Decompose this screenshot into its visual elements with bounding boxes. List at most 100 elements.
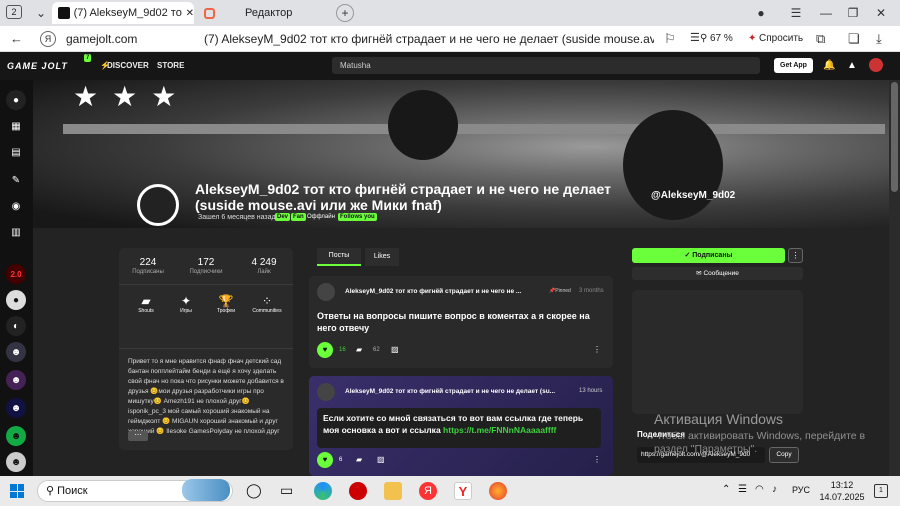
post-menu-icon[interactable]: ⋮ [593, 455, 601, 464]
new-tab-plus-icon[interactable]: + [336, 4, 354, 22]
community-avatar[interactable]: 2.0 [6, 264, 26, 284]
shouts-icon: ▰ [141, 294, 151, 308]
post-card[interactable]: AlekseyM_9d02 тот кто фигнёй страдает и … [309, 376, 613, 476]
discover-link[interactable]: DISCOVER [107, 61, 149, 70]
tab-posts[interactable]: Посты [317, 248, 361, 266]
tab-editor[interactable]: Редактор [200, 2, 320, 24]
get-app-button[interactable]: Get App [774, 58, 813, 73]
share-icon[interactable]: ▨ [391, 345, 399, 354]
collections-icon[interactable]: ❏ [848, 31, 860, 47]
badge-fan: Fan [291, 213, 306, 221]
url-page-title[interactable]: (7) AlekseyM_9d02 тот кто фигнёй страдае… [204, 32, 654, 46]
tab-close-icon[interactable]: ✕ [186, 8, 194, 19]
community-avatar[interactable]: ☻ [6, 370, 26, 390]
tab-list-chevron-icon[interactable]: ⌄ [30, 4, 52, 22]
extensions-icon[interactable]: ⧉ [816, 31, 825, 47]
profile-icon[interactable]: ● [750, 4, 772, 22]
badge-dev: Dev [275, 213, 291, 221]
ask-button[interactable]: Спросить [759, 33, 803, 44]
maximize-icon[interactable]: ❐ [842, 4, 864, 22]
home-icon[interactable]: ● [6, 90, 26, 110]
wifi-icon[interactable]: ◠ [755, 484, 764, 495]
community-avatar[interactable]: ☻ [6, 398, 26, 418]
message-button[interactable]: ✉ Сообщение [632, 267, 803, 280]
community-avatar[interactable]: ◐ [6, 316, 26, 336]
editor-favicon-icon [204, 7, 215, 19]
yandex-app-icon[interactable]: Y [454, 482, 472, 500]
subscribed-button[interactable]: ✓ Подписаны [632, 248, 785, 263]
post-link[interactable]: https://t.me/FNNnNAaaaaffff [443, 425, 556, 435]
widgets-icon[interactable]: ▭ [280, 482, 293, 499]
gamejolt-logo[interactable]: GAME JOLT [7, 61, 68, 71]
community-avatar[interactable]: ● [6, 290, 26, 310]
store-icon[interactable]: ▦ [6, 116, 26, 136]
bookmarks-icon[interactable]: ☰ [785, 4, 807, 22]
zoom-level[interactable]: 67 % [710, 33, 733, 44]
community-avatar[interactable]: ☻ [6, 452, 26, 472]
reader-icon[interactable]: ☰ [690, 31, 700, 44]
tab-counter[interactable]: 2 [6, 5, 22, 19]
record-app-icon[interactable] [349, 482, 367, 500]
post-avatar[interactable] [317, 383, 335, 401]
notification-center-icon[interactable]: 1 [874, 484, 888, 498]
page-scrollbar[interactable] [889, 80, 900, 476]
share-icon[interactable]: ▨ [377, 455, 385, 464]
profile-avatar[interactable] [137, 184, 179, 226]
tray-chevron-icon[interactable]: ⌃ [722, 484, 730, 495]
bookmark-icon[interactable]: ⚐ [664, 31, 676, 47]
like-heart-icon[interactable]: ♥ [317, 342, 333, 358]
clock-date[interactable]: 14.07.2025 [816, 492, 868, 502]
search-input[interactable]: Matusha [332, 57, 760, 74]
minimize-icon[interactable]: — [815, 4, 837, 22]
link-shouts[interactable]: ▰ Shouts [129, 294, 163, 314]
clock-time[interactable]: 13:12 [822, 480, 862, 490]
tab-likes[interactable]: Likes [365, 248, 399, 266]
download-icon[interactable]: ⤓ [876, 31, 882, 47]
post-card[interactable]: AlekseyM_9d02 тот кто фигнёй страдает и … [309, 276, 613, 368]
yandex-browser-icon[interactable]: Я [419, 482, 437, 500]
language-indicator[interactable]: РУС [792, 485, 810, 495]
edge-icon[interactable] [314, 482, 332, 500]
url-domain[interactable]: gamejolt.com [66, 32, 137, 46]
post-author[interactable]: AlekseyM_9d02 тот кто фигнёй страдает и … [345, 288, 521, 295]
backpack-icon[interactable]: ▤ [6, 142, 26, 162]
like-heart-icon[interactable]: ♥ [317, 452, 333, 468]
stat-followers-value[interactable]: 172 [177, 257, 235, 268]
close-window-icon[interactable]: ✕ [870, 4, 892, 22]
more-options-icon[interactable]: ⋮ [788, 248, 803, 263]
start-windows-icon[interactable] [10, 484, 24, 498]
task-view-icon[interactable]: ◯ [246, 482, 262, 499]
quests-icon[interactable]: ✎ [6, 170, 26, 190]
left-sidebar: ● ▦ ▤ ✎ ◉ ▥ 2.0 ● ◐ ☻ ☻ ☻ ☻ ☻ [0, 80, 33, 476]
notifications-bell-icon[interactable]: 🔔 [823, 60, 835, 71]
yandex-icon[interactable]: Я [40, 31, 56, 47]
firefox-icon[interactable] [489, 482, 507, 500]
stat-followers-label: Подписчики [189, 269, 223, 275]
user-avatar[interactable] [869, 58, 883, 72]
tab-title: (7) AlekseyM_9d02 тот кто фигнёй страдае… [73, 7, 182, 19]
link-trophies[interactable]: 🏆 Трофеи [209, 294, 243, 314]
shop-icon[interactable]: ◉ [6, 196, 26, 216]
scrollbar-thumb[interactable] [891, 82, 898, 192]
link-communities[interactable]: ⁘ Communities [247, 294, 287, 314]
community-avatar[interactable]: ☻ [6, 426, 26, 446]
post-author[interactable]: AlekseyM_9d02 тот кто фигнёй страдает и … [345, 388, 571, 395]
link-games[interactable]: ✦ Игры [169, 294, 203, 314]
bio-expand-button[interactable]: ⋯ [128, 431, 148, 441]
volume-icon[interactable]: ♪ [772, 484, 777, 495]
network-icon[interactable]: ☰ [738, 484, 747, 495]
comment-icon[interactable]: ▰ [356, 455, 362, 464]
profile-title: AlekseyM_9d02 тот кто фигнёй страдает и … [195, 181, 611, 213]
community-avatar[interactable]: ☻ [6, 342, 26, 362]
post-avatar[interactable] [317, 283, 335, 301]
post-menu-icon[interactable]: ⋮ [593, 345, 601, 354]
back-arrow-icon[interactable]: ← [10, 31, 23, 46]
link-label: Трофеи [216, 308, 236, 314]
store-link[interactable]: STORE [157, 61, 184, 70]
comment-icon[interactable]: ▰ [356, 345, 362, 354]
file-explorer-icon[interactable] [384, 482, 402, 500]
stat-following-value[interactable]: 224 [119, 257, 177, 268]
library-icon[interactable]: ▥ [6, 222, 26, 242]
activity-icon[interactable]: ▲ [847, 60, 857, 71]
tab-profile[interactable]: (7) AlekseyM_9d02 тот кто фигнёй страдае… [52, 2, 194, 24]
